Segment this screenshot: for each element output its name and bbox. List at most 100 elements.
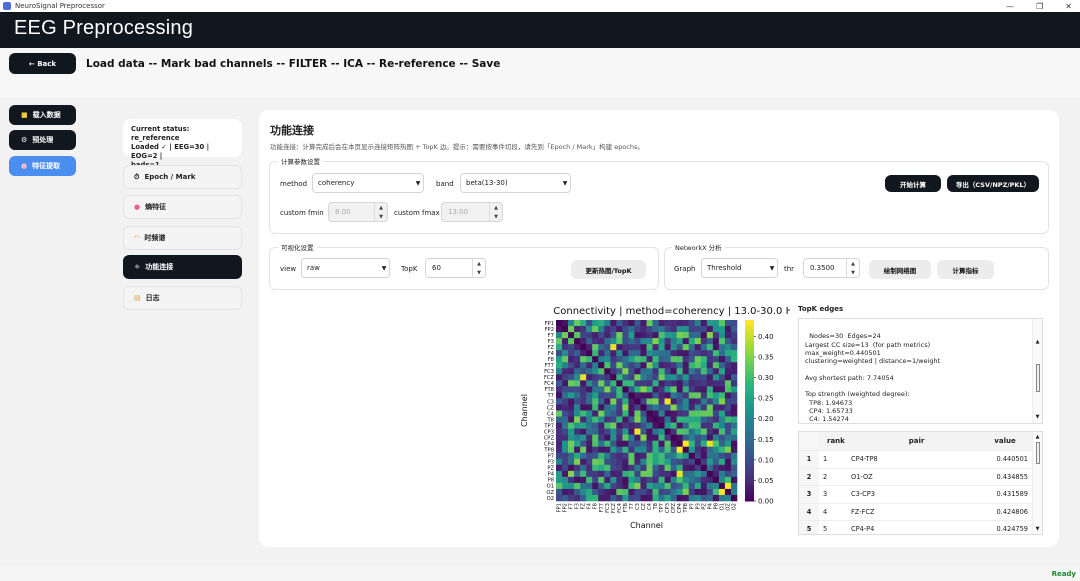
heatmap-cell bbox=[658, 374, 665, 381]
method-select[interactable]: coherency ▼ bbox=[312, 173, 424, 193]
heatmap-cell bbox=[622, 428, 629, 435]
colorbar-segment bbox=[745, 419, 754, 424]
band-select[interactable]: beta(13-30) ▼ bbox=[460, 173, 571, 193]
heatmap-cell bbox=[604, 434, 611, 441]
table-row[interactable]: 5 5 CP4-P4 0.424759 bbox=[799, 520, 1042, 534]
table-scrollbar[interactable]: ▲ ▼ bbox=[1032, 432, 1042, 534]
cell-value: 0.424806 bbox=[996, 507, 1028, 516]
heatmap-cell bbox=[580, 488, 587, 496]
scroll-up-icon[interactable]: ▲ bbox=[1033, 434, 1042, 440]
nav-feature-button[interactable]: ● 特征提取 bbox=[9, 156, 76, 176]
scroll-thumb[interactable] bbox=[1035, 442, 1040, 464]
heatmap-cell bbox=[628, 326, 635, 333]
heatmap-cell bbox=[604, 446, 611, 454]
heatmap-cell bbox=[562, 422, 569, 429]
heatmap-cell bbox=[610, 398, 617, 405]
nav-preprocess-button[interactable]: ⚙ 预处理 bbox=[9, 130, 76, 150]
increment-icon[interactable]: ▲ bbox=[847, 259, 859, 268]
heatmap-cell bbox=[682, 386, 690, 393]
heatmap-cell bbox=[592, 350, 599, 357]
increment-icon[interactable]: ▲ bbox=[375, 203, 387, 212]
table-row[interactable]: 2 2 O1-OZ 0.434855 bbox=[799, 467, 1042, 485]
scroll-thumb[interactable] bbox=[1035, 364, 1040, 393]
fmin-spinbox[interactable]: 8.00 ▲ ▼ bbox=[328, 202, 388, 222]
start-compute-button[interactable]: 开始计算 bbox=[885, 175, 941, 192]
decrement-icon[interactable]: ▼ bbox=[490, 212, 502, 221]
colorbar-segment bbox=[745, 344, 754, 348]
heatmap-cell bbox=[652, 482, 659, 490]
sidebar-item-epoch[interactable]: ⏱ Epoch / Mark bbox=[123, 165, 242, 189]
table-row[interactable]: 1 1 CP4-TP8 0.440501 bbox=[799, 450, 1042, 468]
heatmap-cell bbox=[700, 488, 708, 496]
maximize-button[interactable]: ❐ bbox=[1036, 2, 1043, 11]
heatmap-cell bbox=[670, 398, 677, 405]
view-select[interactable]: raw ▼ bbox=[301, 258, 390, 278]
scroll-down-icon[interactable]: ▼ bbox=[1033, 413, 1042, 421]
topk-spinbox[interactable]: 60 ▲ ▼ bbox=[425, 258, 486, 278]
heatmap-cell bbox=[676, 320, 683, 327]
heatmap-cell bbox=[706, 446, 714, 454]
decrement-icon[interactable]: ▼ bbox=[375, 212, 387, 221]
heatmap-cell bbox=[556, 332, 563, 339]
decrement-icon[interactable]: ▼ bbox=[847, 268, 859, 277]
scroll-down-icon[interactable]: ▼ bbox=[1033, 526, 1042, 532]
heatmap-cell bbox=[556, 422, 563, 429]
sidebar-item-entropy[interactable]: ● 熵特征 bbox=[123, 195, 242, 219]
nav-load-data-button[interactable]: ■ 载入数据 bbox=[9, 105, 76, 125]
heatmap-cell bbox=[700, 440, 708, 447]
heatmap-cell bbox=[694, 374, 702, 381]
draw-network-button[interactable]: 绘制网络图 bbox=[869, 260, 931, 279]
heatmap-cell bbox=[604, 380, 611, 387]
table-row[interactable]: 3 3 C3-CP3 0.431589 bbox=[799, 485, 1042, 503]
heatmap-cell bbox=[652, 338, 659, 345]
close-button[interactable]: ✕ bbox=[1065, 2, 1072, 11]
heatmap-cell bbox=[562, 470, 569, 478]
heatmap-cell bbox=[592, 440, 599, 447]
heatmap-cell bbox=[676, 452, 683, 460]
topk-text-area[interactable]: Nodes=30 Edges=24 Largest CC size=13 (fo… bbox=[798, 318, 1043, 424]
sidebar-item-tfr[interactable]: ◠ 时频谱 bbox=[123, 226, 242, 250]
heatmap-cell bbox=[622, 338, 629, 345]
heatmap-cell bbox=[616, 374, 623, 381]
heatmap-cell bbox=[574, 446, 581, 454]
heatmap-cell bbox=[640, 476, 647, 484]
scroll-up-icon[interactable]: ▲ bbox=[1033, 338, 1042, 346]
export-button[interactable]: 导出（CSV/NPZ/PKL） bbox=[947, 175, 1039, 192]
update-heatmap-button[interactable]: 更新热图/TopK bbox=[571, 260, 646, 279]
sidebar-item-connectivity[interactable]: ⚛ 功能连接 bbox=[123, 255, 242, 279]
chevron-down-icon: ▼ bbox=[769, 264, 775, 272]
heatmap-cell bbox=[682, 326, 690, 333]
band-value: beta(13-30) bbox=[466, 179, 508, 187]
heatmap-cell bbox=[688, 404, 696, 411]
heatmap-cell bbox=[586, 404, 593, 411]
fmax-spinbox[interactable]: 13.00 ▲ ▼ bbox=[441, 202, 503, 222]
heatmap-cell bbox=[628, 380, 635, 387]
heatmap-cell bbox=[730, 494, 738, 502]
compute-metrics-button[interactable]: 计算指标 bbox=[937, 260, 994, 279]
heatmap-cell bbox=[586, 470, 593, 478]
heatmap-cell bbox=[592, 374, 599, 381]
network-icon: ⚛ bbox=[134, 263, 141, 271]
sidebar-item-log[interactable]: ▤ 日志 bbox=[123, 286, 242, 310]
heatmap-cell bbox=[574, 440, 581, 447]
heatmap-cell bbox=[652, 428, 659, 435]
increment-icon[interactable]: ▲ bbox=[490, 203, 502, 212]
heatmap-cell bbox=[604, 494, 611, 502]
heatmap-cell bbox=[718, 356, 726, 363]
decrement-icon[interactable]: ▼ bbox=[473, 268, 485, 277]
y-axis-label: Channel bbox=[520, 394, 529, 427]
increment-icon[interactable]: ▲ bbox=[473, 259, 485, 268]
heatmap-cell bbox=[730, 380, 738, 387]
minimize-button[interactable]: — bbox=[1006, 2, 1014, 11]
heatmap-cell bbox=[700, 356, 708, 363]
heatmap-cell bbox=[586, 380, 593, 387]
thr-spinbox[interactable]: 0.3500 ▲ ▼ bbox=[803, 258, 860, 278]
text-scrollbar[interactable]: ▲ ▼ bbox=[1032, 319, 1042, 423]
heatmap-cell bbox=[658, 326, 665, 333]
graph-select[interactable]: Threshold ▼ bbox=[701, 258, 778, 278]
table-row[interactable]: 4 4 FZ-FCZ 0.424806 bbox=[799, 502, 1042, 520]
params-group bbox=[269, 161, 1049, 234]
back-button[interactable]: ← Back bbox=[9, 53, 76, 74]
table-header: rank pair value bbox=[799, 432, 1042, 450]
heatmap-cell bbox=[616, 434, 623, 441]
